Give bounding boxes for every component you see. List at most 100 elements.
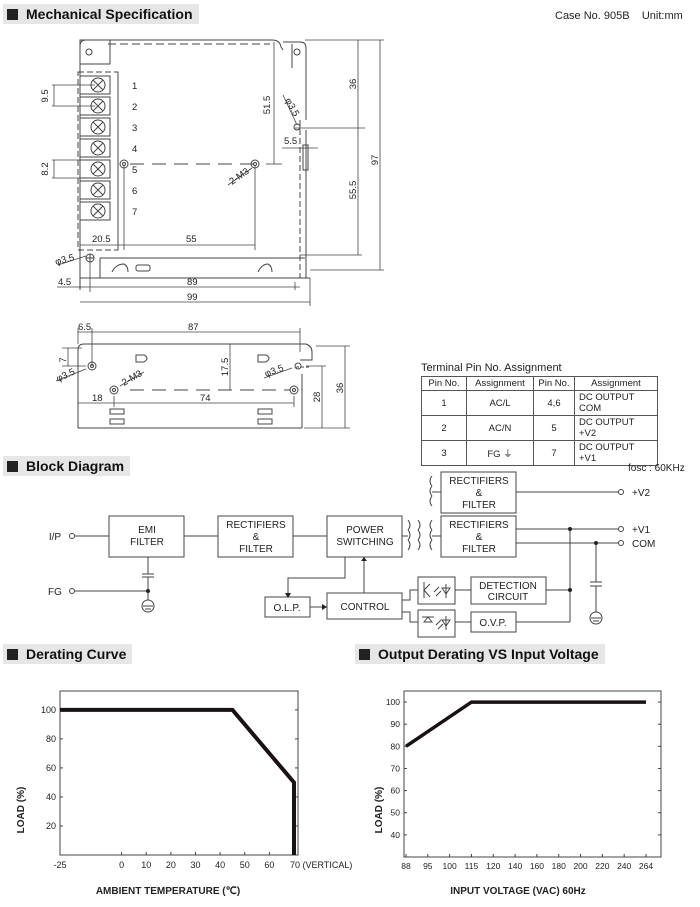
header-cell: Pin No. (533, 376, 575, 391)
dim-side-36: 36 (335, 383, 346, 394)
section-header-derating: Derating Curve (3, 644, 133, 664)
control-label: CONTROL (341, 602, 390, 613)
y-tick-label: 80 (391, 741, 401, 751)
power-switching-box (326, 515, 403, 558)
ovp-label: O.V.P. (479, 618, 506, 629)
section-header-output-derating: Output Derating VS Input Voltage (355, 644, 605, 664)
chart2-xlabel: INPUT VOLTAGE (VAC) 60Hz (450, 886, 586, 897)
chart2-ylabel: LOAD (%) (374, 787, 385, 834)
com-label: COM (632, 539, 655, 550)
x-tick-label: 180 (552, 861, 566, 871)
x-tick-label: 120 (486, 861, 500, 871)
dim-6-5: 6.5 (78, 322, 91, 333)
x-tick-label: 88 (401, 861, 411, 871)
cell: 2 (421, 415, 467, 441)
terminal-slot (79, 159, 111, 179)
x-tick-label: 50 (240, 860, 250, 870)
terminal-screw-icon (90, 140, 106, 156)
x-tick-label: 30 (190, 860, 200, 870)
v1-label: +V1 (632, 525, 651, 536)
cell: AC/L (466, 390, 534, 416)
dim-36: 36 (348, 79, 359, 90)
cell: AC/N (466, 415, 534, 441)
x-tick-label: 100 (443, 861, 457, 871)
y-tick-label: 70 (391, 763, 401, 773)
table-row: 3 FG ⏚ 7 DC OUTPUT +V1 (421, 440, 658, 466)
terminal-screw-icon (90, 77, 106, 93)
dim-side-hole-left: φ3.5 (55, 367, 77, 385)
pin-number: 1 (132, 81, 137, 92)
dim-8-2: 8.2 (40, 162, 51, 175)
detection-circuit-box (470, 576, 547, 605)
x-tick-label: 60 (264, 860, 274, 870)
dim-89: 89 (187, 277, 198, 288)
y-tick-label: 40 (46, 792, 56, 802)
x-tick-label: 115 (465, 861, 479, 871)
pin-number: 7 (132, 207, 137, 218)
square-bullet-icon (7, 8, 18, 20)
section-title: Output Derating VS Input Voltage (378, 646, 599, 662)
dim-97: 97 (370, 155, 381, 166)
square-bullet-icon (359, 648, 370, 660)
dim-55-5: 55.5 (348, 181, 359, 200)
y-tick-label: 90 (391, 719, 401, 729)
cell: 4,6 (533, 390, 575, 416)
cell: FG ⏚ (466, 440, 534, 466)
rect-a-3: FILTER (239, 544, 273, 555)
pin-number: 5 (132, 165, 137, 176)
x-tick-label: 0 (119, 860, 124, 870)
rectifier-box-v1 (440, 515, 517, 558)
x-tick-label: 264 (639, 861, 653, 871)
detection-label-1: DETECTION (479, 581, 537, 592)
header-cell: Assignment (466, 376, 534, 391)
rect-c-3: FILTER (462, 544, 496, 555)
derating-line (60, 707, 296, 855)
emi-filter-box (108, 515, 185, 558)
emi-label-1: EMI (138, 525, 156, 536)
chart1-xlabel: AMBIENT TEMPERATURE (℃) (96, 886, 240, 897)
optocoupler-2 (417, 609, 456, 638)
chart1-ylabel: LOAD (%) (16, 787, 27, 834)
section-title: Mechanical Specification (26, 6, 193, 22)
cell: 5 (533, 415, 575, 441)
cell: 1 (421, 390, 467, 416)
dim-9-5: 9.5 (40, 89, 51, 102)
dim-5-5: 5.5 (284, 136, 297, 147)
y-tick-label: 20 (46, 821, 56, 831)
square-bullet-icon (7, 648, 18, 660)
dim-28: 28 (312, 392, 323, 403)
x-tick-label: 20 (166, 860, 176, 870)
terminal-screw-icon (90, 98, 106, 114)
x-tick-label: -25 (53, 860, 66, 870)
y-tick-label: 100 (386, 697, 400, 707)
cell: 7 (533, 440, 575, 466)
terminal-slot (79, 138, 111, 158)
x-tick-label: 160 (530, 861, 544, 871)
derating-line (405, 700, 646, 748)
pwr-label-2: SWITCHING (336, 537, 393, 548)
table-row: 2 AC/N 5 DC OUTPUT +V2 (421, 415, 658, 441)
v2-label: +V2 (632, 488, 651, 499)
plot-frame (59, 690, 299, 856)
cell: DC OUTPUT +V1 (574, 440, 658, 466)
rect-b-2: & (476, 488, 483, 499)
case-info: Case No. 905B Unit:mm (555, 10, 683, 22)
dim-20-5: 20.5 (92, 234, 111, 245)
table-header-row: Pin No. Assignment Pin No. Assignment (421, 376, 658, 391)
derating-curve-chart: -25 0 10 20 30 40 50 60 70 (VERTICAL) 20 40 60 80 100 (41, 690, 352, 870)
x-tick-label: 140 (508, 861, 522, 871)
detection-label-2: CIRCUIT (488, 592, 529, 603)
plot-frame (403, 690, 662, 858)
cell: DC OUTPUT COM (574, 390, 658, 416)
section-title: Block Diagram (26, 458, 125, 474)
rect-c-2: & (476, 532, 483, 543)
control-box (326, 592, 403, 620)
dim-side-hole-right: φ3.5 (263, 363, 285, 380)
emi-label-2: FILTER (130, 537, 164, 548)
pwr-label-1: POWER (346, 525, 384, 536)
cell: DC OUTPUT +V2 (574, 415, 658, 441)
section-title: Derating Curve (26, 646, 127, 662)
dim-4-5: 4.5 (58, 277, 71, 288)
terminal-screw-icon (90, 203, 106, 219)
rect-c-1: RECTIFIERS (449, 520, 509, 531)
